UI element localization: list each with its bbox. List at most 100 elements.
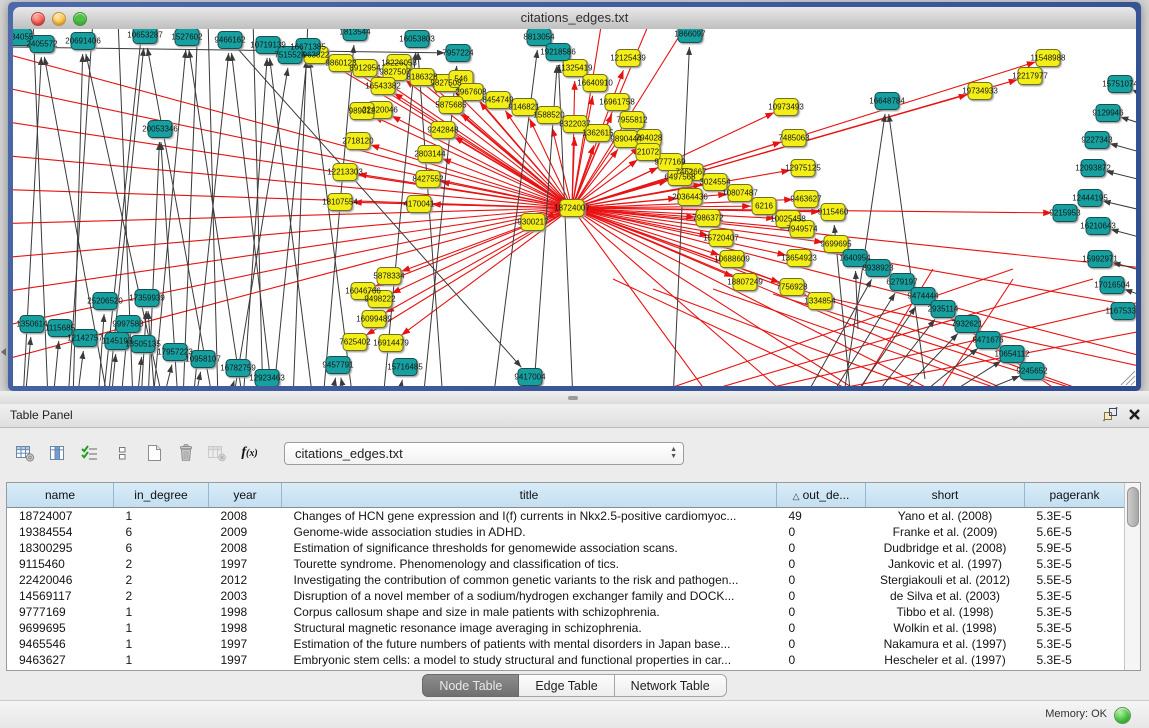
table-selector-combobox[interactable]: citations_edges.txt ▲▼	[284, 442, 684, 465]
table-cell: 2008	[209, 508, 282, 525]
table-row[interactable]: 911546021997Tourette syndrome. Phenomeno…	[7, 556, 1124, 572]
table-cell: 22420046	[7, 572, 114, 588]
float-panel-button[interactable]	[1103, 407, 1118, 422]
scrollbar-thumb[interactable]	[1127, 487, 1139, 527]
graph-node-label: 25206520	[87, 297, 123, 306]
table-cell: 5.3E-5	[1025, 636, 1125, 652]
table-cell: Estimation of the future numbers of pati…	[282, 636, 777, 652]
table-cell: 5.3E-5	[1025, 652, 1125, 668]
window-title: citations_edges.txt	[13, 7, 1136, 29]
tab-network-table[interactable]: Network Table	[615, 674, 727, 697]
close-panel-button[interactable]	[1128, 408, 1141, 421]
table-row[interactable]: 969969511998Structural magnetic resonanc…	[7, 620, 1124, 636]
window-resize-grip[interactable]	[1121, 371, 1135, 385]
table-panel-title: Table Panel	[10, 404, 73, 427]
tab-node-table[interactable]: Node Table	[422, 674, 519, 697]
row-pair-icon	[115, 445, 129, 462]
column-header-title[interactable]: title	[282, 483, 777, 508]
table-row[interactable]: 1872400712008Changes of HCN gene express…	[7, 508, 1124, 525]
select-columns-button[interactable]	[76, 440, 103, 466]
table-cell: 2	[114, 588, 209, 604]
table-row[interactable]: 946554611997Estimation of the future num…	[7, 636, 1124, 652]
table-cell: 5.3E-5	[1025, 604, 1125, 620]
column-header-year[interactable]: year	[209, 483, 282, 508]
table-cell: 2008	[209, 540, 282, 556]
graph-node-label: 6216	[755, 202, 773, 211]
table-row[interactable]: 977716911998Corpus callosum shape and si…	[7, 604, 1124, 620]
graph-node-label: 20364436	[672, 193, 708, 202]
column-header-out_de[interactable]: △out_de...	[777, 483, 866, 508]
close-icon	[1128, 408, 1141, 421]
column-header-pagerank[interactable]: pagerank	[1025, 483, 1125, 508]
new-column-button[interactable]	[140, 440, 167, 466]
float-window-icon	[1103, 407, 1118, 422]
table-cell: Wolkin et al. (1998)	[866, 620, 1025, 636]
table-cell: 6	[114, 524, 209, 540]
memory-status-label: Memory: OK	[1045, 701, 1107, 728]
graph-node-label: 8912954	[349, 64, 381, 73]
graph-node-label: 6279197	[886, 278, 918, 287]
horizontal-splitter[interactable]	[0, 391, 1149, 404]
graph-node-label: 11675333	[1106, 307, 1137, 316]
table-panel: Table Panel	[0, 404, 1149, 700]
graph-node-label: 20053346	[142, 125, 178, 134]
table-scrollbar[interactable]	[1124, 483, 1140, 670]
graph-node-label: 9699695	[820, 240, 852, 249]
close-traffic-light-icon[interactable]	[31, 12, 45, 26]
combobox-stepper-icon: ▲▼	[670, 446, 677, 460]
network-canvas-area: 1872400796382298601238912954182260589827…	[13, 29, 1136, 386]
table-row[interactable]: 1938455462009Genome-wide association stu…	[7, 524, 1124, 540]
splitter-handle-icon[interactable]	[568, 396, 578, 400]
graph-edge	[341, 378, 346, 386]
table-cell: Investigating the contribution of common…	[282, 572, 777, 588]
table-row[interactable]: 946362711997Embryonic stem cells: a mode…	[7, 652, 1124, 668]
graph-edge	[1110, 143, 1136, 157]
network-canvas[interactable]: 1872400796382298601238912954182260589827…	[13, 29, 1136, 386]
graph-node-label: 546	[454, 75, 468, 84]
graph-node-label: 1813544	[339, 29, 371, 37]
table-row[interactable]: 2242004622012Investigating the contribut…	[7, 572, 1124, 588]
graph-node-label: 15992971	[1082, 255, 1118, 264]
table-row[interactable]: 1456911722003Disruption of a novel membe…	[7, 588, 1124, 604]
graph-edge	[163, 365, 172, 386]
graph-node-label: 17016504	[1094, 281, 1130, 290]
graph-node-label: 7986372	[692, 214, 724, 223]
table-cell: 1	[114, 652, 209, 668]
left-panel-collapse-arrow-icon[interactable]	[1, 348, 6, 356]
graph-node-label: 16210643	[1080, 222, 1116, 231]
graph-node-label: 4170041	[403, 200, 435, 209]
table-cell: Tourette syndrome. Phenomenology and cla…	[282, 556, 777, 572]
function-builder-button[interactable]: f(x)	[236, 440, 263, 466]
graph-edge	[77, 351, 83, 386]
tab-edge-table[interactable]: Edge Table	[519, 674, 614, 697]
column-visibility-button[interactable]	[44, 440, 71, 466]
zoom-traffic-light-icon[interactable]	[73, 12, 87, 26]
memory-status-icon[interactable]	[1114, 707, 1131, 724]
graph-node-label: 12975125	[785, 164, 821, 173]
graph-node-label: 19734933	[962, 87, 998, 96]
graph-edge	[193, 53, 229, 386]
graph-node-label: 15751074	[1102, 80, 1136, 89]
row-pair-button[interactable]	[108, 440, 135, 466]
graph-edge	[147, 48, 213, 386]
table-panel-header: Table Panel	[0, 404, 1149, 428]
table-cell: Genome-wide association studies in ADHD.	[282, 524, 777, 540]
minimize-traffic-light-icon[interactable]	[52, 12, 66, 26]
column-visibility-icon	[49, 445, 66, 462]
column-header-in_degree[interactable]: in_degree	[114, 483, 209, 508]
table-row[interactable]: 1830029562008Estimation of significance …	[7, 540, 1124, 556]
graph-node-label: 9129946	[1092, 109, 1124, 118]
delete-column-button[interactable]	[172, 440, 199, 466]
graph-edge	[572, 208, 1136, 359]
window-titlebar[interactable]: citations_edges.txt	[13, 7, 1136, 30]
delete-table-button[interactable]	[204, 440, 231, 466]
graph-edge	[958, 376, 1020, 386]
column-header-name[interactable]: name	[7, 483, 114, 508]
graph-node-label: 12217977	[1012, 72, 1048, 81]
graph-edge	[1113, 262, 1136, 275]
graph-node-label: 10653287	[127, 31, 163, 40]
column-header-short[interactable]: short	[866, 483, 1025, 508]
table-cell: 1	[114, 604, 209, 620]
graph-node-label: 20691406	[65, 37, 101, 46]
table-mode-button[interactable]	[12, 440, 39, 466]
